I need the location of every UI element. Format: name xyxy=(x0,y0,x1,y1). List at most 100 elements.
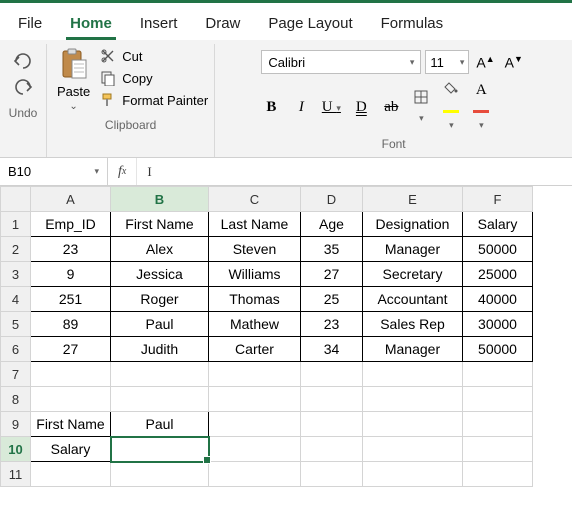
cell[interactable]: Jessica xyxy=(111,262,209,287)
cell[interactable] xyxy=(31,462,111,487)
font-name-select[interactable]: Calibri ▾ xyxy=(261,50,421,74)
cell[interactable]: Age xyxy=(301,212,363,237)
tab-page-layout[interactable]: Page Layout xyxy=(254,9,366,40)
select-all-corner[interactable] xyxy=(1,187,31,212)
cell[interactable]: Accountant xyxy=(363,287,463,312)
cell[interactable]: 27 xyxy=(301,262,363,287)
double-underline-button[interactable]: D xyxy=(351,99,371,116)
cell[interactable]: 9 xyxy=(31,262,111,287)
cell[interactable] xyxy=(31,362,111,387)
cell[interactable]: Last Name xyxy=(209,212,301,237)
cell[interactable]: Secretary xyxy=(363,262,463,287)
cell[interactable]: 25000 xyxy=(463,262,533,287)
row-header-9[interactable]: 9 xyxy=(1,412,31,437)
cell[interactable]: First Name xyxy=(31,412,111,437)
cell[interactable] xyxy=(31,387,111,412)
cell[interactable] xyxy=(463,462,533,487)
cell[interactable]: Salary xyxy=(463,212,533,237)
cell[interactable]: Paul xyxy=(111,412,209,437)
cell[interactable]: 23 xyxy=(31,237,111,262)
bold-button[interactable]: B xyxy=(261,99,281,116)
underline-button[interactable]: U ▾ xyxy=(321,99,341,116)
row-header-6[interactable]: 6 xyxy=(1,337,31,362)
cell[interactable]: 35 xyxy=(301,237,363,262)
format-painter-button[interactable]: Format Painter xyxy=(100,92,208,108)
cell[interactable]: Steven xyxy=(209,237,301,262)
tab-formulas[interactable]: Formulas xyxy=(367,9,458,40)
col-header-b[interactable]: B xyxy=(111,187,209,212)
tab-draw[interactable]: Draw xyxy=(191,9,254,40)
font-size-select[interactable]: 11 ▾ xyxy=(425,50,469,74)
cell[interactable]: Alex xyxy=(111,237,209,262)
col-header-f[interactable]: F xyxy=(463,187,533,212)
cell[interactable]: Thomas xyxy=(209,287,301,312)
redo-icon[interactable] xyxy=(12,78,34,96)
fx-icon[interactable]: fx xyxy=(108,158,137,185)
undo-icon[interactable] xyxy=(12,52,34,70)
cell[interactable]: 251 xyxy=(31,287,111,312)
row-header-5[interactable]: 5 xyxy=(1,312,31,337)
row-header-8[interactable]: 8 xyxy=(1,387,31,412)
cell[interactable]: 50000 xyxy=(463,237,533,262)
cell[interactable]: Judith xyxy=(111,337,209,362)
cell[interactable]: 89 xyxy=(31,312,111,337)
cell[interactable] xyxy=(463,362,533,387)
cell[interactable]: Designation xyxy=(363,212,463,237)
cell[interactable]: 40000 xyxy=(463,287,533,312)
cut-button[interactable]: Cut xyxy=(100,48,208,64)
tab-file[interactable]: File xyxy=(4,9,56,40)
cell[interactable] xyxy=(463,387,533,412)
cell[interactable]: Manager xyxy=(363,237,463,262)
tab-insert[interactable]: Insert xyxy=(126,9,192,40)
borders-button[interactable]: ▾ xyxy=(411,90,431,126)
cell[interactable]: 23 xyxy=(301,312,363,337)
col-header-d[interactable]: D xyxy=(301,187,363,212)
fill-color-button[interactable]: ▾ xyxy=(441,82,461,133)
tab-home[interactable]: Home xyxy=(56,9,126,40)
cell[interactable]: Emp_ID xyxy=(31,212,111,237)
cell[interactable] xyxy=(363,387,463,412)
cell[interactable] xyxy=(209,462,301,487)
row-header-11[interactable]: 11 xyxy=(1,462,31,487)
cell[interactable]: 25 xyxy=(301,287,363,312)
increase-font-button[interactable]: A▲ xyxy=(473,52,497,73)
copy-button[interactable]: Copy xyxy=(100,70,208,86)
cell[interactable]: Salary xyxy=(31,437,111,462)
col-header-c[interactable]: C xyxy=(209,187,301,212)
cell[interactable] xyxy=(463,412,533,437)
chevron-down-icon[interactable]: ⌄ xyxy=(69,101,77,112)
italic-button[interactable]: I xyxy=(291,99,311,116)
cell[interactable] xyxy=(111,362,209,387)
cell[interactable]: 27 xyxy=(31,337,111,362)
row-header-7[interactable]: 7 xyxy=(1,362,31,387)
cell[interactable] xyxy=(209,387,301,412)
cell[interactable] xyxy=(209,437,301,462)
decrease-font-button[interactable]: A▼ xyxy=(502,52,526,73)
row-header-4[interactable]: 4 xyxy=(1,287,31,312)
col-header-e[interactable]: E xyxy=(363,187,463,212)
cell[interactable]: Mathew xyxy=(209,312,301,337)
cell[interactable] xyxy=(363,462,463,487)
cell[interactable] xyxy=(363,437,463,462)
cell[interactable] xyxy=(363,412,463,437)
cell[interactable]: First Name xyxy=(111,212,209,237)
cell[interactable]: Williams xyxy=(209,262,301,287)
cell[interactable] xyxy=(301,462,363,487)
row-header-10[interactable]: 10 xyxy=(1,437,31,462)
cell-active[interactable] xyxy=(111,437,209,462)
col-header-a[interactable]: A xyxy=(31,187,111,212)
row-header-1[interactable]: 1 xyxy=(1,212,31,237)
font-color-button[interactable]: A ▾ xyxy=(471,82,491,133)
cell[interactable] xyxy=(301,387,363,412)
cell[interactable] xyxy=(111,387,209,412)
row-header-2[interactable]: 2 xyxy=(1,237,31,262)
cell[interactable] xyxy=(301,412,363,437)
cell[interactable] xyxy=(209,362,301,387)
spreadsheet-grid[interactable]: A B C D E F 1 Emp_ID First Name Last Nam… xyxy=(0,186,533,487)
cell[interactable]: Carter xyxy=(209,337,301,362)
cell[interactable]: Roger xyxy=(111,287,209,312)
cell[interactable]: Sales Rep xyxy=(363,312,463,337)
cell[interactable] xyxy=(111,462,209,487)
cell[interactable] xyxy=(363,362,463,387)
row-header-3[interactable]: 3 xyxy=(1,262,31,287)
